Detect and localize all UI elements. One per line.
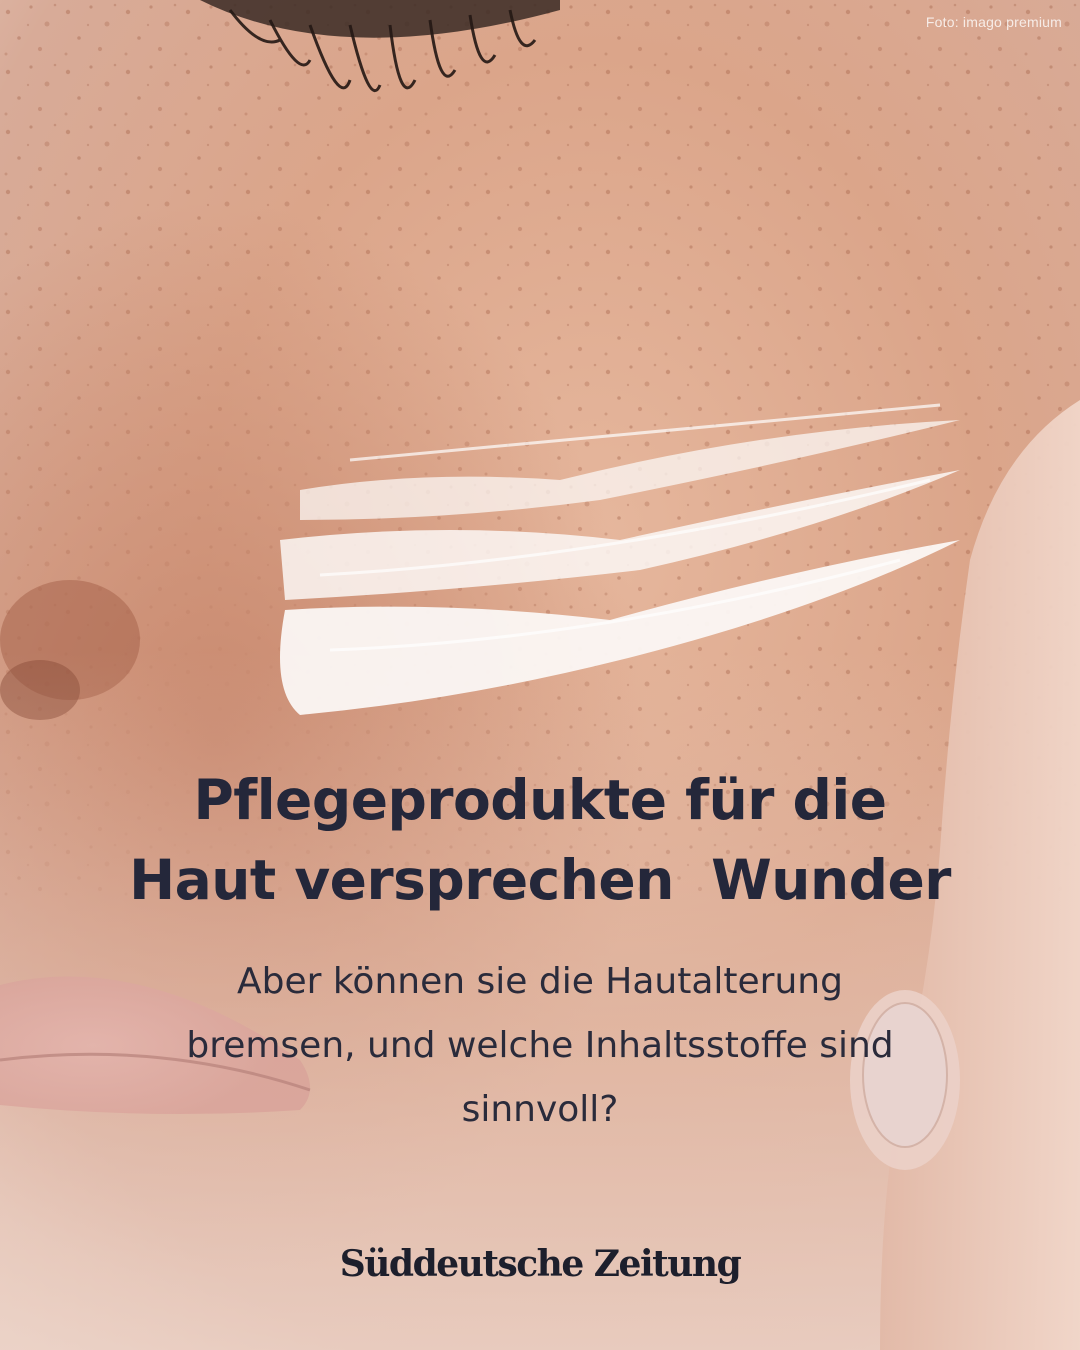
subheadline-line-2: bremsen, und welche Inhaltsstoffe sind bbox=[186, 1025, 894, 1066]
photo-credit: Foto: imago premium bbox=[925, 14, 1062, 30]
sz-logo: Süddeutsche Zeitung bbox=[339, 1243, 742, 1285]
headline-line-2: Haut versprechen Wunder bbox=[129, 848, 951, 912]
subheadline-line-3: sinnvoll? bbox=[461, 1089, 619, 1130]
headline-line-1: Pflegeprodukte für die bbox=[193, 768, 887, 832]
skin-closeup-photo bbox=[0, 0, 1080, 1350]
headline: Pflegeprodukte für die Haut versprechen … bbox=[0, 760, 1080, 920]
subheadline: Aber können sie die Hautalterung bremsen… bbox=[0, 950, 1080, 1142]
subheadline-line-1: Aber können sie die Hautalterung bbox=[237, 961, 843, 1002]
